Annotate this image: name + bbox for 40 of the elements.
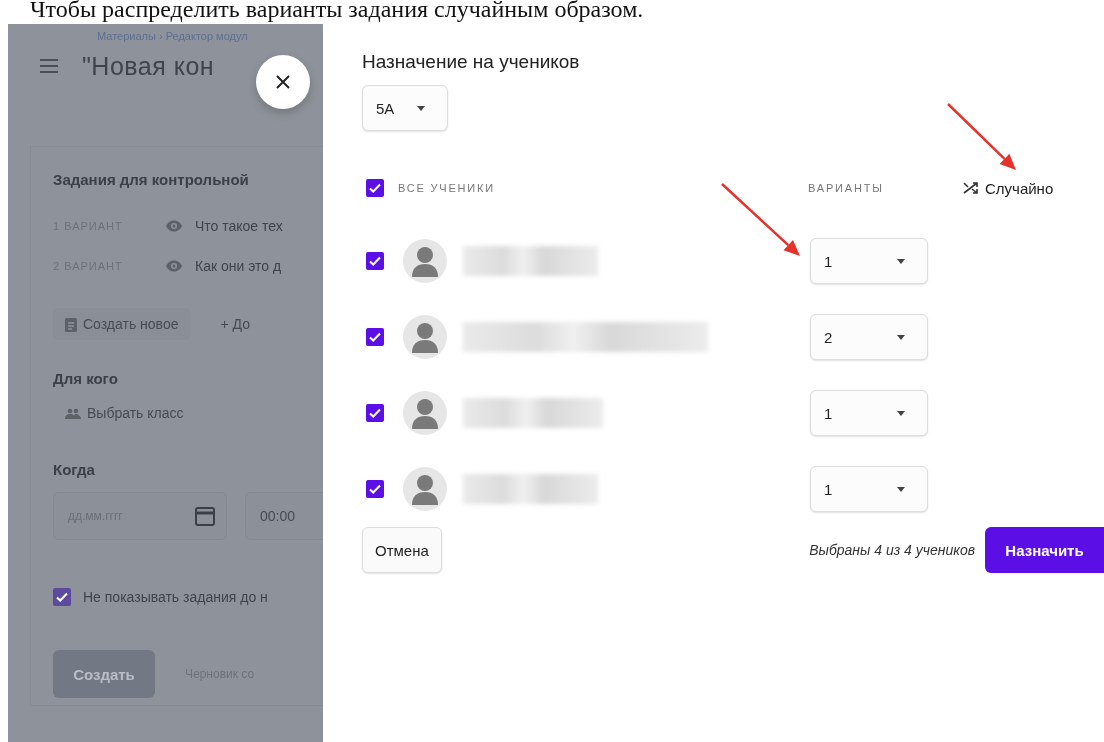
caret-icon [897,410,905,416]
checkbox-label: Не показывать задания до н [83,589,268,605]
task-link[interactable]: Как они это д [195,258,282,274]
section-heading: Когда [53,461,96,478]
assign-button[interactable]: Назначить [985,527,1104,573]
add-button[interactable]: + До [220,316,250,332]
people-icon [65,407,81,419]
caret-icon [897,258,905,264]
cancel-button[interactable]: Отмена [362,527,442,573]
close-icon [276,75,290,89]
caret-icon [897,334,905,340]
caption-text: Чтобы распределить варианты задания случайным образом. [30,0,645,20]
selection-summary: Выбраны 4 из 4 учеников [809,542,975,558]
modal-title: Назначение на учеников [362,51,581,73]
section-heading: Задания для контрольной [53,171,250,188]
variant-dropdown[interactable]: 1 [810,390,928,436]
variant-dropdown[interactable]: 2 [810,314,928,360]
avatar-icon [403,239,447,283]
create-new-button[interactable]: Создать новое [53,308,191,340]
clipboard-icon [65,316,77,332]
caret-icon [417,105,425,111]
avatar-icon [403,467,447,511]
column-header: ВСЕ УЧЕНИКИ [398,182,496,194]
section-heading: Для кого [53,370,119,387]
choose-class-button[interactable]: Выбрать класс [65,405,323,421]
variant-dropdown[interactable]: 1 [810,466,928,512]
page-title: "Новая кон [82,51,215,81]
class-dropdown[interactable]: 5А [362,85,448,131]
shuffle-icon [963,181,979,195]
caret-icon [897,486,905,492]
avatar-icon [403,391,447,435]
menu-icon[interactable] [40,59,58,73]
checkbox[interactable] [53,588,71,606]
task-link[interactable]: Что такое тех [195,218,283,234]
avatar-icon [403,315,447,359]
calendar-icon[interactable] [194,505,216,527]
random-button[interactable]: Случайно [963,179,1054,197]
variant-dropdown[interactable]: 1 [810,238,928,284]
column-header: ВАРИАНТЫ [808,182,885,194]
time-field[interactable]: 00:00 [245,492,323,540]
